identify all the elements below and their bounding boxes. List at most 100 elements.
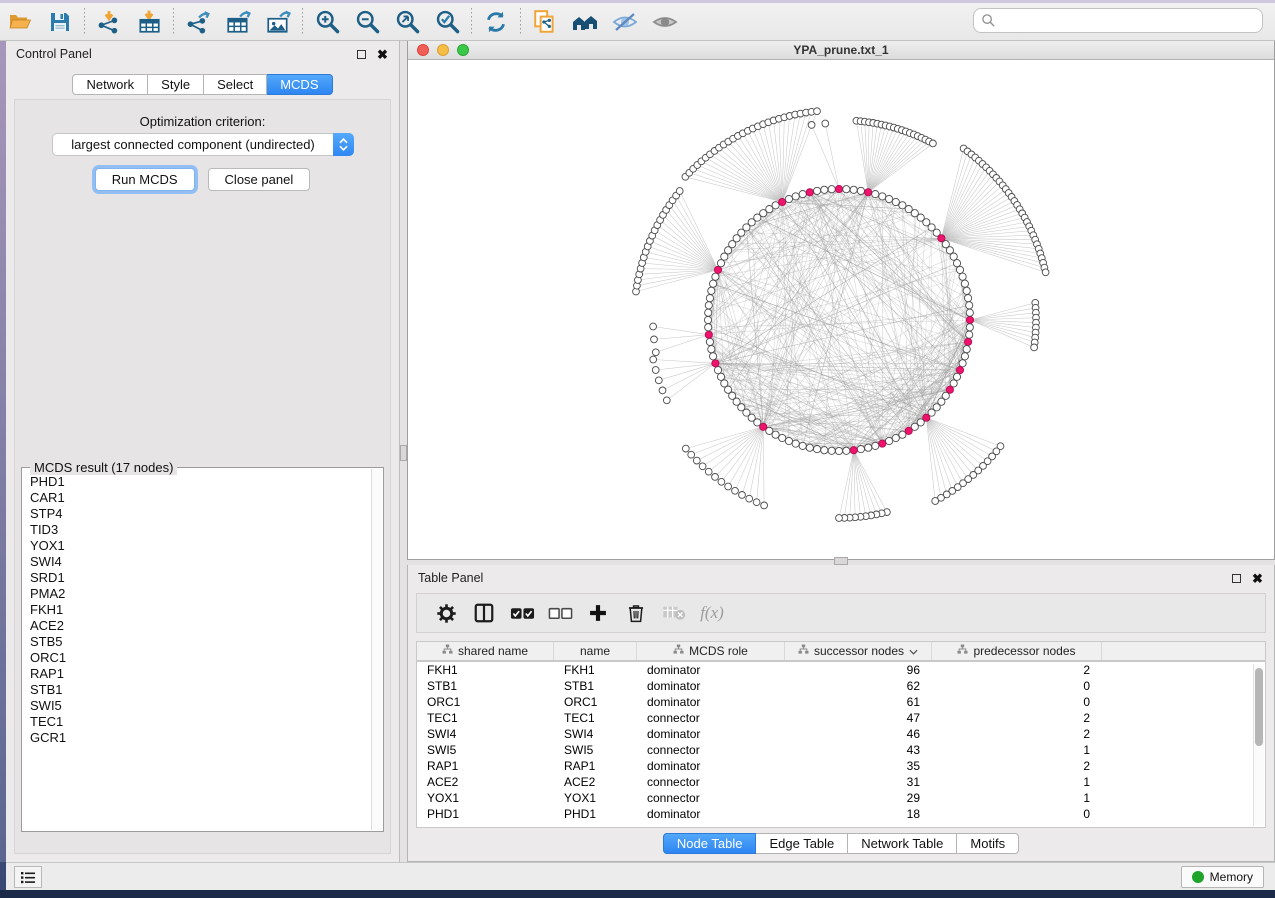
new-network-from-selection-icon[interactable] <box>525 6 565 38</box>
open-file-icon[interactable] <box>0 6 40 38</box>
table-cell: STB1 <box>554 678 637 694</box>
result-item[interactable]: CAR1 <box>28 490 371 506</box>
zoom-in-icon[interactable] <box>307 6 347 38</box>
tree-icon <box>673 644 684 658</box>
tab-network[interactable]: Network <box>72 74 148 95</box>
export-network-icon[interactable] <box>178 6 218 38</box>
node-table[interactable]: shared namenameMCDS rolesuccessor nodesp… <box>416 641 1266 828</box>
result-item[interactable]: ACE2 <box>28 618 371 634</box>
show-all-icon[interactable] <box>645 6 685 38</box>
hide-selected-icon[interactable] <box>605 6 645 38</box>
table-cell: TEC1 <box>554 710 637 726</box>
mcds-result-list[interactable]: PHD1CAR1STP4TID3YOX1SWI4SRD1PMA2FKH1ACE2… <box>28 474 371 829</box>
table-tab-edge-table[interactable]: Edge Table <box>756 833 848 854</box>
result-item[interactable]: RAP1 <box>28 666 371 682</box>
table-scrollbar[interactable] <box>1253 664 1264 826</box>
select-all-columns-icon[interactable] <box>503 596 541 630</box>
column-header-name[interactable]: name <box>554 642 637 660</box>
table-cell: 0 <box>932 806 1102 822</box>
table-row[interactable]: SWI5SWI5connector431 <box>417 742 1265 758</box>
delete-column-icon[interactable] <box>617 596 655 630</box>
zoom-out-icon[interactable] <box>347 6 387 38</box>
refresh-layout-icon[interactable] <box>476 6 516 38</box>
result-item[interactable]: STB1 <box>28 682 371 698</box>
column-header-predecessor-nodes[interactable]: predecessor nodes <box>932 642 1102 660</box>
table-tab-node-table[interactable]: Node Table <box>663 833 757 854</box>
table-row[interactable]: SWI4SWI4dominator462 <box>417 726 1265 742</box>
network-graph[interactable] <box>408 60 1274 559</box>
table-tab-motifs[interactable]: Motifs <box>957 833 1019 854</box>
result-item[interactable]: STP4 <box>28 506 371 522</box>
zoom-fit-icon[interactable] <box>387 6 427 38</box>
result-item[interactable]: STB5 <box>28 634 371 650</box>
tab-mcds[interactable]: MCDS <box>267 74 332 95</box>
network-canvas[interactable] <box>408 60 1274 559</box>
table-cell: dominator <box>637 694 785 710</box>
table-row[interactable]: YOX1YOX1connector291 <box>417 790 1265 806</box>
table-row[interactable]: PHD1PHD1dominator180 <box>417 806 1265 822</box>
tab-style[interactable]: Style <box>148 74 204 95</box>
table-cell: 29 <box>785 790 932 806</box>
table-row[interactable]: ACE2ACE2connector311 <box>417 774 1265 790</box>
table-row[interactable]: STB1STB1dominator620 <box>417 678 1265 694</box>
result-item[interactable]: FKH1 <box>28 602 371 618</box>
tab-select[interactable]: Select <box>204 74 267 95</box>
result-item[interactable]: TID3 <box>28 522 371 538</box>
table-cell: dominator <box>637 806 785 822</box>
table-cell: 43 <box>785 742 932 758</box>
search-field[interactable] <box>973 8 1263 33</box>
mcds-tab-content: Optimization criterion: largest connecte… <box>14 99 391 854</box>
table-row[interactable]: FKH1FKH1dominator962 <box>417 662 1265 678</box>
table-row[interactable]: RAP1RAP1dominator352 <box>417 758 1265 774</box>
zoom-selected-icon[interactable] <box>427 6 467 38</box>
result-item[interactable]: GCR1 <box>28 730 371 746</box>
save-session-icon[interactable] <box>40 6 80 38</box>
close-table-panel-icon[interactable]: ✖ <box>1251 572 1264 585</box>
function-builder-icon-disabled: f(x) <box>693 596 731 630</box>
table-panel-title: Table Panel <box>418 571 483 585</box>
panel-menu-button[interactable] <box>14 866 42 888</box>
column-header-successor-nodes[interactable]: successor nodes <box>785 642 932 660</box>
vertical-splitter-grip[interactable] <box>400 445 407 461</box>
table-cell: 96 <box>785 662 932 678</box>
result-item[interactable]: ORC1 <box>28 650 371 666</box>
column-view-icon[interactable] <box>465 596 503 630</box>
float-table-panel-icon[interactable] <box>1230 572 1243 585</box>
float-panel-icon[interactable] <box>355 48 368 61</box>
table-row[interactable]: TEC1TEC1connector472 <box>417 710 1265 726</box>
horizontal-splitter-grip[interactable] <box>834 557 848 565</box>
export-table-icon[interactable] <box>218 6 258 38</box>
table-tab-network-table[interactable]: Network Table <box>848 833 957 854</box>
table-cell: RAP1 <box>554 758 637 774</box>
table-row[interactable]: ORC1ORC1dominator610 <box>417 694 1265 710</box>
close-panel-button[interactable]: Close panel <box>208 168 311 191</box>
import-network-icon[interactable] <box>89 6 129 38</box>
result-item[interactable]: PHD1 <box>28 474 371 490</box>
result-item[interactable]: TEC1 <box>28 714 371 730</box>
memory-button[interactable]: Memory <box>1181 866 1264 888</box>
import-table-icon[interactable] <box>129 6 169 38</box>
network-window-titlebar[interactable]: YPA_prune.txt_1 <box>408 41 1274 60</box>
table-cell: ORC1 <box>554 694 637 710</box>
table-settings-icon[interactable] <box>427 596 465 630</box>
criterion-dropdown[interactable]: largest connected component (undirected) <box>52 133 354 156</box>
column-header-MCDS-role[interactable]: MCDS role <box>637 642 785 660</box>
vertical-splitter[interactable] <box>400 41 407 862</box>
result-item[interactable]: SWI4 <box>28 554 371 570</box>
table-scrollbar-thumb[interactable] <box>1255 668 1263 746</box>
result-item[interactable]: PMA2 <box>28 586 371 602</box>
table-cell: connector <box>637 710 785 726</box>
search-input[interactable] <box>996 14 1262 28</box>
result-item[interactable]: SWI5 <box>28 698 371 714</box>
result-item[interactable]: YOX1 <box>28 538 371 554</box>
close-panel-icon[interactable]: ✖ <box>376 48 389 61</box>
result-list-scrollbar[interactable] <box>371 469 382 830</box>
deselect-all-columns-icon[interactable] <box>541 596 579 630</box>
run-mcds-button[interactable]: Run MCDS <box>95 168 195 191</box>
table-cell: 18 <box>785 806 932 822</box>
export-image-icon[interactable] <box>258 6 298 38</box>
result-item[interactable]: SRD1 <box>28 570 371 586</box>
first-neighbors-icon[interactable] <box>565 6 605 38</box>
add-column-icon[interactable] <box>579 596 617 630</box>
column-header-shared-name[interactable]: shared name <box>417 642 554 660</box>
